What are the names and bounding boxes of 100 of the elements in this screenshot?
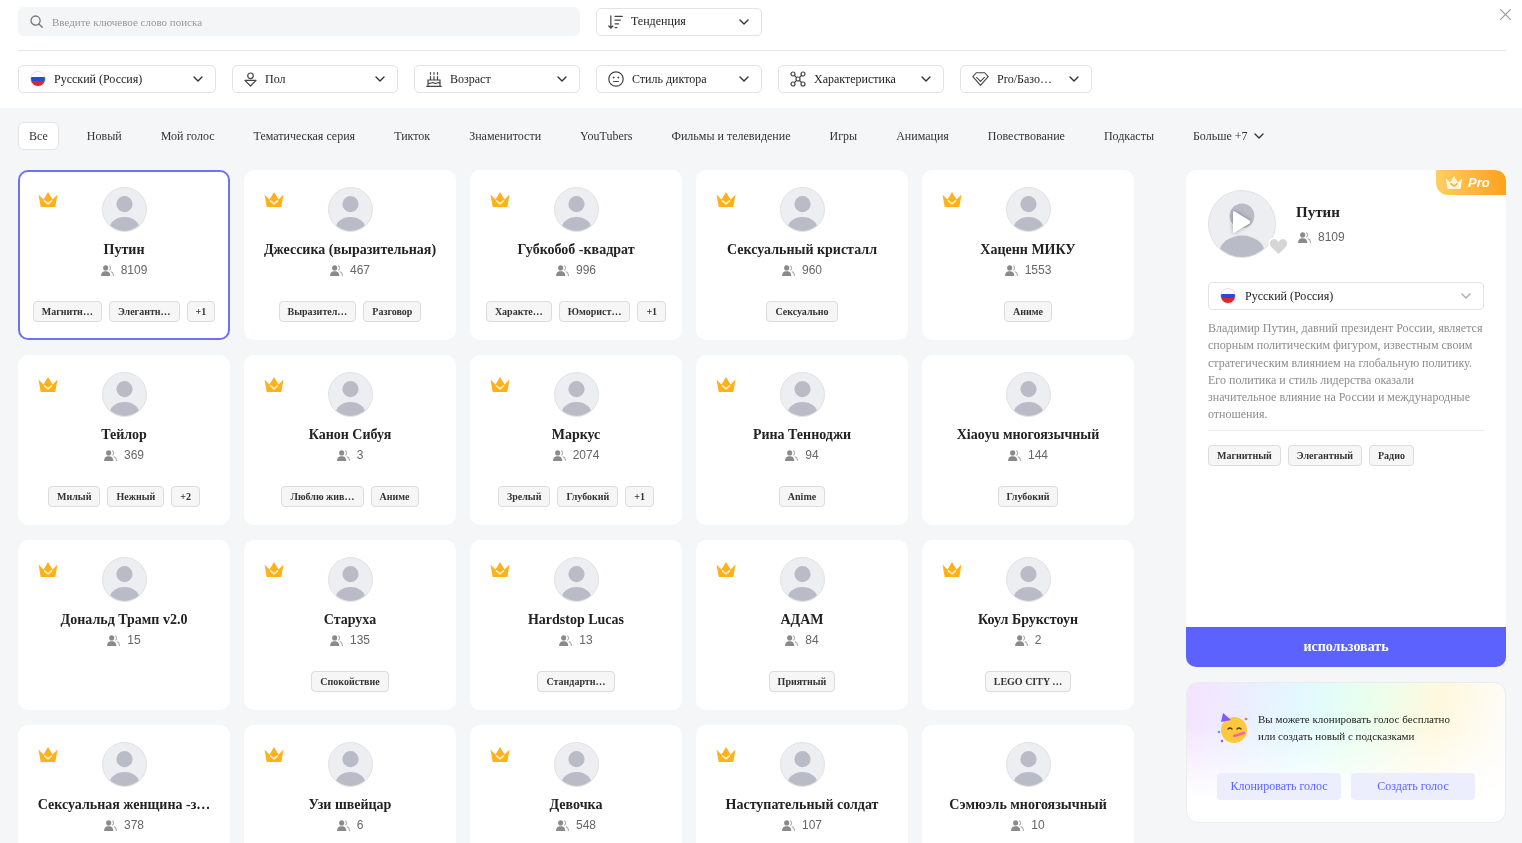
users-icon <box>336 819 350 831</box>
avatar-icon <box>553 557 599 602</box>
users-icon <box>785 449 799 461</box>
voice-card[interactable]: Канон Сибуя 3 Люблю жив… Аниме <box>244 355 456 525</box>
avatar-icon <box>101 742 147 787</box>
user-count: 960 <box>802 262 822 278</box>
category-tab[interactable]: Знаменитости <box>458 122 553 150</box>
voice-name: Коул Брукстоун <box>978 611 1078 629</box>
search-icon <box>30 15 43 28</box>
voice-card[interactable]: Путин 8109 Магнитн… Элегантн… +1 <box>18 170 230 340</box>
users-icon <box>107 634 121 646</box>
category-tab[interactable]: Фильмы и телевидение <box>660 122 802 150</box>
users-icon <box>1014 634 1028 646</box>
users-icon <box>782 819 795 831</box>
avatar-icon <box>101 372 147 417</box>
users-icon <box>1298 231 1311 243</box>
close-icon[interactable] <box>1500 9 1511 20</box>
voice-card[interactable]: Рина Тенноджи 94 Anime <box>696 355 908 525</box>
voice-card[interactable]: Сексуальная женщина -з… 378 <box>18 725 230 843</box>
voice-card[interactable]: Хаценн МИКУ 1553 Аниме <box>922 170 1134 340</box>
user-count: 8109 <box>120 262 148 278</box>
tag: Сексуально <box>766 301 838 322</box>
user-count: 13 <box>579 632 593 648</box>
voice-name: АДАМ <box>780 611 824 629</box>
voice-card[interactable]: Девочка 548 <box>470 725 682 843</box>
category-tab[interactable]: Повествование <box>976 122 1076 150</box>
heart-icon[interactable] <box>1268 237 1289 256</box>
voice-card[interactable]: Губкобоб -квадрат 996 Характе… Юморист… +1 <box>470 170 682 340</box>
tag: Выразител… <box>278 301 357 322</box>
create-voice-button[interactable]: Создать голос <box>1351 773 1475 800</box>
tag: Милый <box>48 486 101 507</box>
crown-icon <box>1445 175 1463 190</box>
tag: Глубокий <box>997 486 1059 507</box>
person-icon <box>244 71 257 87</box>
user-count: 369 <box>124 447 144 463</box>
voice-name: Hardstop Lucas <box>527 611 625 629</box>
avatar-icon <box>553 742 599 787</box>
voice-card[interactable]: Дональд Трамп v2.0 15 <box>18 540 230 710</box>
party-face-icon <box>1217 712 1249 744</box>
caret-icon <box>1461 293 1471 299</box>
voice-name: Тейлор <box>101 426 147 444</box>
more-tab[interactable]: Больше +7 <box>1181 122 1276 150</box>
avatar-icon <box>327 187 373 232</box>
sort-dropdown[interactable]: Тенденция <box>596 7 762 36</box>
user-count: 2074 <box>572 447 600 463</box>
voice-card[interactable]: Сэмюэль многоязычный 10 <box>922 725 1134 843</box>
tag: Элегантный <box>1287 444 1362 466</box>
category-tab[interactable]: Анимация <box>885 122 960 150</box>
tag: Юморист… <box>558 301 631 322</box>
category-tab[interactable]: Новый <box>75 122 133 150</box>
clone-voice-button[interactable]: Клонировать голос <box>1217 773 1341 800</box>
voice-name: Девочка <box>549 796 603 814</box>
user-count: 8109 <box>1318 229 1345 245</box>
users-icon <box>100 264 114 276</box>
voice-card[interactable]: Наступательный солдат 107 <box>696 725 908 843</box>
language-dropdown[interactable]: Русский (Россия) <box>18 65 216 93</box>
voice-card[interactable]: Маркус 2074 Зрелый Глубокий +1 <box>470 355 682 525</box>
voice-name: Узи швейцар <box>308 796 392 814</box>
voice-card[interactable]: Сексуальный кристалл 960 Сексуально <box>696 170 908 340</box>
category-tab[interactable]: Все <box>18 122 59 150</box>
tag: Приятный <box>768 671 836 692</box>
category-tab[interactable]: Тикток <box>383 122 442 150</box>
category-tab[interactable]: Мой голос <box>149 122 226 150</box>
speaker-style-dropdown[interactable]: Стиль диктора <box>596 65 762 93</box>
age-dropdown[interactable]: Возраст <box>414 65 580 93</box>
avatar-icon <box>327 742 373 787</box>
category-tab[interactable]: Игры <box>818 122 869 150</box>
feature-dropdown[interactable]: Характеристика <box>778 65 944 93</box>
language-select[interactable]: Русский (Россия) <box>1208 282 1484 310</box>
play-icon[interactable] <box>1231 210 1251 234</box>
voice-name: Хаценн МИКУ <box>980 241 1076 259</box>
user-count: 2 <box>1034 632 1042 648</box>
gender-dropdown[interactable]: Пол <box>232 65 398 93</box>
plan-dropdown[interactable]: Pro/Базо… <box>960 65 1092 93</box>
avatar-icon <box>553 372 599 417</box>
voice-card[interactable]: Узи швейцар 6 <box>244 725 456 843</box>
users-icon <box>556 264 569 276</box>
voice-card[interactable]: Старуха 135 Спокойствие <box>244 540 456 710</box>
tag: Стандартн… <box>537 671 615 692</box>
users-icon <box>330 634 343 646</box>
voice-name: Канон Сибуя <box>308 426 392 444</box>
users-icon <box>552 449 566 461</box>
voice-name: Рина Тенноджи <box>752 426 852 444</box>
voice-card[interactable]: Коул Брукстоун 2 LEGO CITY … <box>922 540 1134 710</box>
voice-card[interactable]: АДАМ 84 Приятный <box>696 540 908 710</box>
tag: Зрелый <box>497 486 551 507</box>
user-count: 1553 <box>1024 262 1052 278</box>
tag: Разговор <box>363 301 422 322</box>
voice-card[interactable]: Hardstop Lucas 13 Стандартн… <box>470 540 682 710</box>
search-field[interactable]: Введите ключевое слово поиска <box>18 7 580 36</box>
voice-card[interactable]: Xiaoyu многоязычный 144 Глубокий <box>922 355 1134 525</box>
use-button[interactable]: использовать <box>1186 627 1506 667</box>
category-tab[interactable]: Тематическая серия <box>242 122 367 150</box>
avatar-icon <box>779 742 825 787</box>
category-tab[interactable]: YouTubers <box>569 122 644 150</box>
caret-icon <box>557 76 567 82</box>
category-tab[interactable]: Подкасты <box>1092 122 1165 150</box>
users-icon <box>556 819 569 831</box>
voice-card[interactable]: Джессика (выразительная) 467 Выразител… Разговор <box>244 170 456 340</box>
voice-card[interactable]: Тейлор 369 Милый Нежный +2 <box>18 355 230 525</box>
